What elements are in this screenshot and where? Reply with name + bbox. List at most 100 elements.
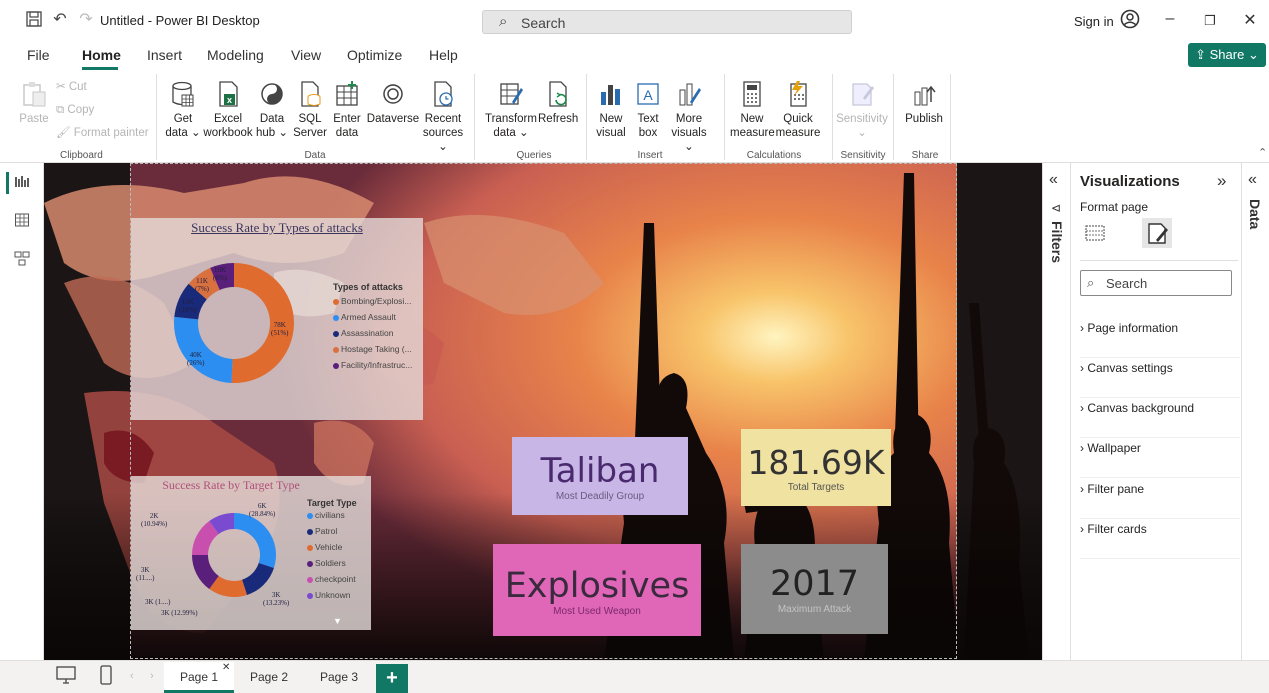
get-data-button[interactable]: Get data ⌄ [163,80,203,140]
donut-chart-target-types[interactable]: Success Rate by Target Type 6K (28.84%) 2… [131,476,371,630]
card-most-used-weapon[interactable]: Explosives Most Used Weapon [493,544,701,636]
cut-icon: ✂ [56,81,69,93]
legend-item[interactable]: Armed Assault [333,312,396,322]
quick-measure-button[interactable]: Quick measure [774,80,822,140]
prev-page-icon[interactable]: ‹ [130,670,134,682]
restore-icon[interactable]: ❐ [1198,13,1222,29]
legend-item[interactable]: Bombing/Explosi... [333,296,411,306]
menu-insert[interactable]: Insert [147,47,182,63]
legend-item[interactable]: Unknown [307,590,350,600]
chevron-right-icon: › [1080,482,1084,496]
collapse-visualizations-icon[interactable]: » [1217,171,1226,191]
format-page-tab[interactable] [1142,218,1172,248]
search-input[interactable]: ⌕ Search [482,10,852,34]
legend-color-swatch [307,512,313,519]
donut-chart-attack-types[interactable]: Success Rate by Types of attacks 10K (6%)… [131,218,423,420]
new-visual-button[interactable]: New visual [594,80,628,140]
close-page-icon[interactable]: ✕ [222,662,230,673]
report-canvas[interactable]: Success Rate by Types of attacks 10K (6%)… [44,163,1042,660]
transform-data-button[interactable]: Transform data ⌄ [484,80,538,140]
menu-modeling[interactable]: Modeling [207,47,264,63]
legend-color-swatch [307,576,313,583]
legend-label: Hostage Taking (... [341,344,412,354]
section-filter-cards[interactable]: › Filter cards [1080,519,1240,559]
menu-home[interactable]: Home [82,47,121,63]
legend-item[interactable]: Facility/Infrastruc... [333,360,412,370]
donut-slice-civilians[interactable] [234,513,276,568]
desktop-layout-icon[interactable] [56,666,76,689]
card-total-targets[interactable]: 181.69K Total Targets [741,429,891,506]
legend-item[interactable]: checkpoint [307,574,356,584]
donut-slice-armed-assault[interactable] [174,316,233,383]
group-clipboard: Clipboard [60,150,103,161]
sensitivity-button[interactable]: Sensitivity ⌄ [836,80,888,140]
table-view-icon[interactable] [12,212,32,232]
legend-item[interactable]: Hostage Taking (... [333,344,412,354]
legend-scroll-down-icon[interactable]: ▼ [333,616,342,626]
cut-label: Cut [68,81,87,93]
model-view-icon[interactable] [12,250,32,270]
section-page-information[interactable]: › Page information [1080,318,1240,358]
text-box-sublabel: box [638,127,658,139]
collapse-ribbon-icon[interactable]: ⌃ [1258,146,1267,159]
refresh-button[interactable]: Refresh [538,80,578,126]
card-maximum-attack[interactable]: 2017 Maximum Attack [741,544,888,634]
mobile-layout-icon[interactable] [100,665,112,690]
page-tab-3[interactable]: Page 3 [306,662,372,693]
enter-data-button[interactable]: Enter data [330,80,364,140]
viz-search-input[interactable]: ⌕ Search [1080,270,1232,296]
legend-item[interactable]: civilians [307,510,345,520]
add-page-button[interactable]: + [376,664,408,693]
account-icon[interactable] [1120,9,1140,34]
section-canvas-settings[interactable]: › Canvas settings [1080,358,1240,398]
recent-sources-button[interactable]: Recent sources ⌄ [420,80,466,154]
undo-icon[interactable]: ↶ [50,10,70,30]
legend-item[interactable]: Assassination [333,328,393,338]
sign-in-link[interactable]: Sign in [1074,14,1114,29]
card-most-deadly-group[interactable]: Taliban Most Deadily Group [512,437,688,515]
menu-view[interactable]: View [291,47,321,63]
report-view-icon[interactable] [12,173,32,193]
save-icon[interactable] [24,10,44,30]
legend-item[interactable]: Vehicle [307,542,342,552]
data-hub-button[interactable]: Data hub ⌄ [254,80,290,140]
build-visual-icon[interactable] [1084,222,1106,249]
legend-item[interactable]: Soldiers [307,558,346,568]
dataverse-icon [383,84,403,104]
redo-icon[interactable]: ↷ [76,10,96,30]
group-insert: Insert [637,150,663,161]
section-canvas-background[interactable]: › Canvas background [1080,398,1240,438]
section-filter-pane[interactable]: › Filter pane [1080,479,1240,519]
new-measure-button[interactable]: New measure [730,80,775,140]
sql-server-button[interactable]: SQL Server [292,80,328,140]
expand-filters-icon[interactable]: « [1049,171,1058,189]
menu-optimize[interactable]: Optimize [347,47,402,63]
publish-button[interactable]: Publish [902,80,946,126]
donut-ring[interactable] [189,510,279,600]
sensitivity-label: Sensitivity [836,113,888,125]
format-painter-button[interactable]: 🖌 Format painter [56,126,149,140]
excel-workbook-button[interactable]: x Excel workbook [202,80,254,140]
menu-help[interactable]: Help [429,47,458,63]
share-button[interactable]: ⇪ Share ⌄ [1188,43,1266,67]
filters-label: Filters [1049,221,1065,264]
paste-button[interactable]: Paste [18,80,50,126]
cut-button[interactable]: ✂ Cut [56,80,87,94]
next-page-icon[interactable]: › [150,670,154,682]
sensitivity-sublabel: ⌄ [857,127,867,139]
legend-item[interactable]: Patrol [307,526,337,536]
dataverse-button[interactable]: Dataverse [366,80,420,126]
expand-data-icon[interactable]: « [1248,171,1257,189]
data-pane-collapsed[interactable]: « Data [1241,163,1269,660]
minimize-icon[interactable]: – [1158,10,1182,28]
more-visuals-button[interactable]: More visuals ⌄ [666,80,712,154]
label-value: 3K (1....) [145,598,171,606]
text-box-button[interactable]: A Text box [632,80,664,140]
copy-button[interactable]: ⧉ Copy [56,103,94,117]
close-icon[interactable]: ✕ [1238,10,1262,30]
group-queries: Queries [516,150,552,161]
section-wallpaper[interactable]: › Wallpaper [1080,438,1240,478]
filters-pane-collapsed[interactable]: « ⊲ Filters [1042,163,1070,660]
menu-file[interactable]: File [27,47,50,63]
page-tab-2[interactable]: Page 2 [236,662,302,693]
